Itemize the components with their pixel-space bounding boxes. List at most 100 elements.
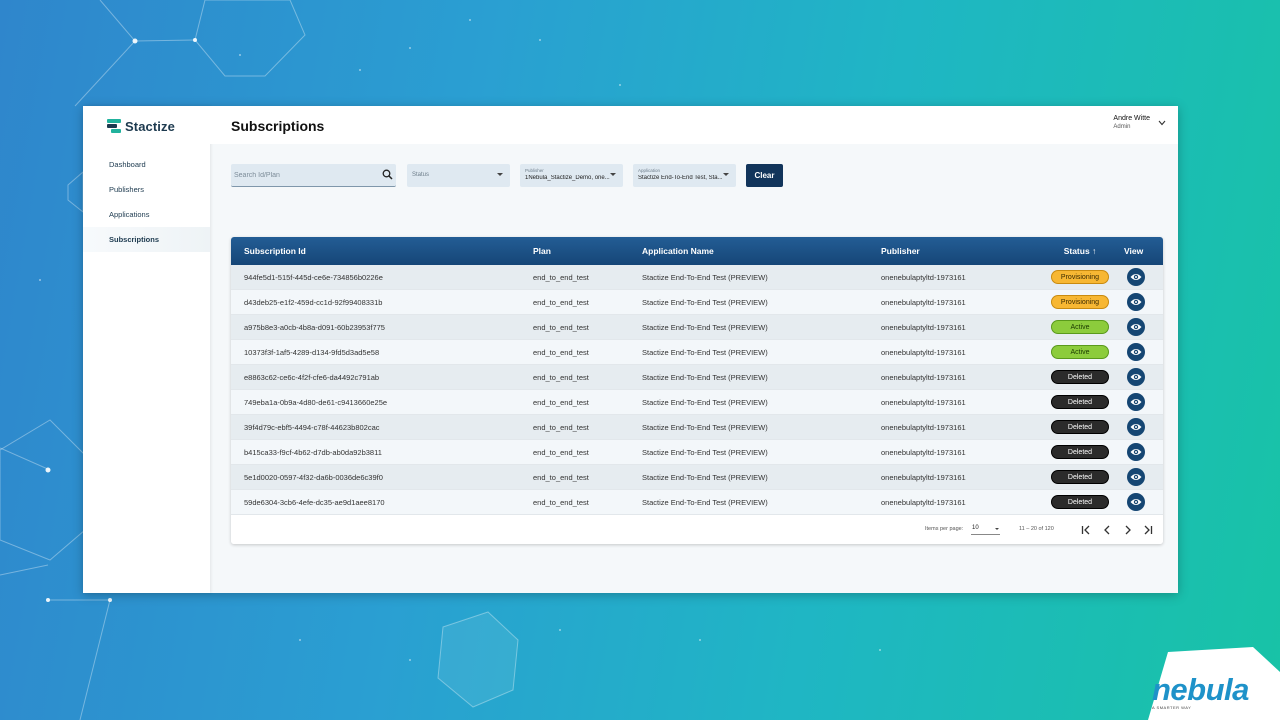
cell-publisher: onenebulaptyltd-1973161	[881, 273, 966, 282]
user-menu[interactable]: Andre Witte Admin	[1113, 114, 1166, 132]
cell-plan: end_to_end_test	[533, 473, 589, 482]
eye-icon	[1130, 499, 1142, 505]
cell-application-name: Stactize End-To-End Test (PREVIEW)	[642, 423, 768, 432]
cell-application-name: Stactize End-To-End Test (PREVIEW)	[642, 398, 768, 407]
sidebar-item-applications[interactable]: Applications	[83, 202, 210, 227]
cell-application-name: Stactize End-To-End Test (PREVIEW)	[642, 323, 768, 332]
eye-icon	[1130, 399, 1142, 405]
table-row[interactable]: b415ca33-f9cf-4b62-d7db-ab0da92b3811 end_…	[231, 440, 1163, 465]
items-per-page-label: Items per page:	[925, 526, 964, 532]
table-row[interactable]: a975b8e3-a0cb-4b8a-d091-60b23953f775 end_…	[231, 315, 1163, 340]
publisher-select-label: Publisher	[525, 168, 544, 173]
status-badge: Deleted	[1051, 420, 1109, 434]
cell-plan: end_to_end_test	[533, 348, 589, 357]
eye-icon	[1130, 474, 1142, 480]
top-header: Subscriptions Andre Witte Admin	[210, 106, 1178, 144]
sidebar-item-dashboard[interactable]: Dashboard	[83, 152, 210, 177]
caret-down-icon	[610, 173, 616, 176]
app-window: Stactize Dashboard Publishers Applicatio…	[83, 106, 1178, 593]
publisher-select[interactable]: Publisher 1Nebula_Stactize_Demo, one...	[520, 164, 623, 187]
column-header-publisher[interactable]: Publisher	[881, 246, 920, 256]
cell-plan: end_to_end_test	[533, 298, 589, 307]
chevron-down-icon[interactable]	[1158, 120, 1166, 126]
table-row[interactable]: 59de6304-3cb6-4efe-dc35-ae9d1aee8170 end_…	[231, 490, 1163, 515]
column-header-application-name[interactable]: Application Name	[642, 246, 714, 256]
caret-down-icon	[723, 173, 729, 176]
view-button[interactable]	[1127, 368, 1145, 386]
view-button[interactable]	[1127, 493, 1145, 511]
last-page-icon[interactable]	[1141, 523, 1155, 537]
column-header-view: View	[1124, 246, 1144, 256]
cell-publisher: onenebulaptyltd-1973161	[881, 423, 966, 432]
cell-publisher: onenebulaptyltd-1973161	[881, 398, 966, 407]
cell-subscription-id: b415ca33-f9cf-4b62-d7db-ab0da92b3811	[244, 448, 382, 457]
cell-plan: end_to_end_test	[533, 323, 589, 332]
cell-publisher: onenebulaptyltd-1973161	[881, 348, 966, 357]
status-badge: Provisioning	[1051, 295, 1109, 309]
cell-application-name: Stactize End-To-End Test (PREVIEW)	[642, 498, 768, 507]
view-button[interactable]	[1127, 468, 1145, 486]
subscriptions-table: Subscription Id Plan Application Name Pu…	[231, 237, 1163, 544]
view-button[interactable]	[1127, 393, 1145, 411]
search-icon[interactable]	[382, 169, 393, 180]
search-field	[231, 164, 396, 187]
chevron-right-icon[interactable]	[1121, 523, 1135, 537]
status-badge: Provisioning	[1051, 270, 1109, 284]
sidebar-item-publishers[interactable]: Publishers	[83, 177, 210, 202]
column-header-subscription-id[interactable]: Subscription Id	[244, 246, 306, 256]
cell-publisher: onenebulaptyltd-1973161	[881, 373, 966, 382]
brand-logo[interactable]: Stactize	[107, 116, 175, 136]
cell-subscription-id: 944fe5d1-515f-445d-ce6e-734856b0226e	[244, 273, 383, 282]
cell-plan: end_to_end_test	[533, 448, 589, 457]
view-button[interactable]	[1127, 268, 1145, 286]
cell-subscription-id: 59de6304-3cb6-4efe-dc35-ae9d1aee8170	[244, 498, 385, 507]
cell-plan: end_to_end_test	[533, 373, 589, 382]
column-header-status[interactable]: Status ↑	[1051, 246, 1109, 256]
search-input[interactable]	[231, 165, 371, 186]
application-select[interactable]: Application Stactize End-To-End Test, St…	[633, 164, 736, 187]
status-select[interactable]: Status	[407, 164, 510, 187]
cell-application-name: Stactize End-To-End Test (PREVIEW)	[642, 273, 768, 282]
cell-publisher: onenebulaptyltd-1973161	[881, 448, 966, 457]
view-button[interactable]	[1127, 293, 1145, 311]
view-button[interactable]	[1127, 418, 1145, 436]
sidebar-item-subscriptions[interactable]: Subscriptions	[83, 227, 210, 252]
sidebar-nav: Dashboard Publishers Applications Subscr…	[83, 152, 210, 252]
status-badge: Deleted	[1051, 370, 1109, 384]
paginator: Items per page: 10 11 – 20 of 120	[231, 515, 1163, 544]
table-row[interactable]: 39f4d79c-ebf5-4494-c78f-44623b802cac end_…	[231, 415, 1163, 440]
table-row[interactable]: 10373f3f-1af5-4289-d134-9fd5d3ad5e58 end_…	[231, 340, 1163, 365]
nebula-wordmark: nebula	[1152, 672, 1249, 707]
eye-icon	[1130, 299, 1142, 305]
table-row[interactable]: d43deb25-e1f2-459d-cc1d-92f99408331b end_…	[231, 290, 1163, 315]
table-row[interactable]: e8863c62-ce6c-4f2f-cfe6-da4492c791ab end_…	[231, 365, 1163, 390]
table-body: 944fe5d1-515f-445d-ce6e-734856b0226e end_…	[231, 265, 1163, 515]
chevron-left-icon[interactable]	[1100, 523, 1114, 537]
status-select-label: Status	[412, 172, 430, 178]
view-button[interactable]	[1127, 318, 1145, 336]
items-per-page-select[interactable]: 10	[971, 523, 1000, 535]
user-name: Andre Witte	[1113, 115, 1150, 122]
cell-subscription-id: e8863c62-ce6c-4f2f-cfe6-da4492c791ab	[244, 373, 380, 382]
brand-name: Stactize	[125, 118, 175, 134]
cell-application-name: Stactize End-To-End Test (PREVIEW)	[642, 348, 768, 357]
eye-icon	[1130, 324, 1142, 330]
cell-publisher: onenebulaptyltd-1973161	[881, 298, 966, 307]
cell-publisher: onenebulaptyltd-1973161	[881, 473, 966, 482]
clear-button[interactable]: Clear	[746, 164, 783, 187]
first-page-icon[interactable]	[1079, 523, 1093, 537]
application-select-value: Stactize End-To-End Test, Sta...	[638, 175, 723, 181]
view-button[interactable]	[1127, 443, 1145, 461]
cell-application-name: Stactize End-To-End Test (PREVIEW)	[642, 373, 768, 382]
table-row[interactable]: 944fe5d1-515f-445d-ce6e-734856b0226e end_…	[231, 265, 1163, 290]
eye-icon	[1130, 424, 1142, 430]
status-badge: Active	[1051, 320, 1109, 334]
stactize-logo-icon	[107, 119, 121, 133]
items-per-page-value: 10	[972, 525, 979, 531]
view-button[interactable]	[1127, 343, 1145, 361]
table-row[interactable]: 5e1d0020-0597-4f32-da6b-0036de6c39f0 end_…	[231, 465, 1163, 490]
column-header-plan[interactable]: Plan	[533, 246, 551, 256]
table-row[interactable]: 749eba1a-0b9a-4d80-de61-c9413660e25e end_…	[231, 390, 1163, 415]
caret-down-icon	[995, 528, 999, 530]
eye-icon	[1130, 349, 1142, 355]
